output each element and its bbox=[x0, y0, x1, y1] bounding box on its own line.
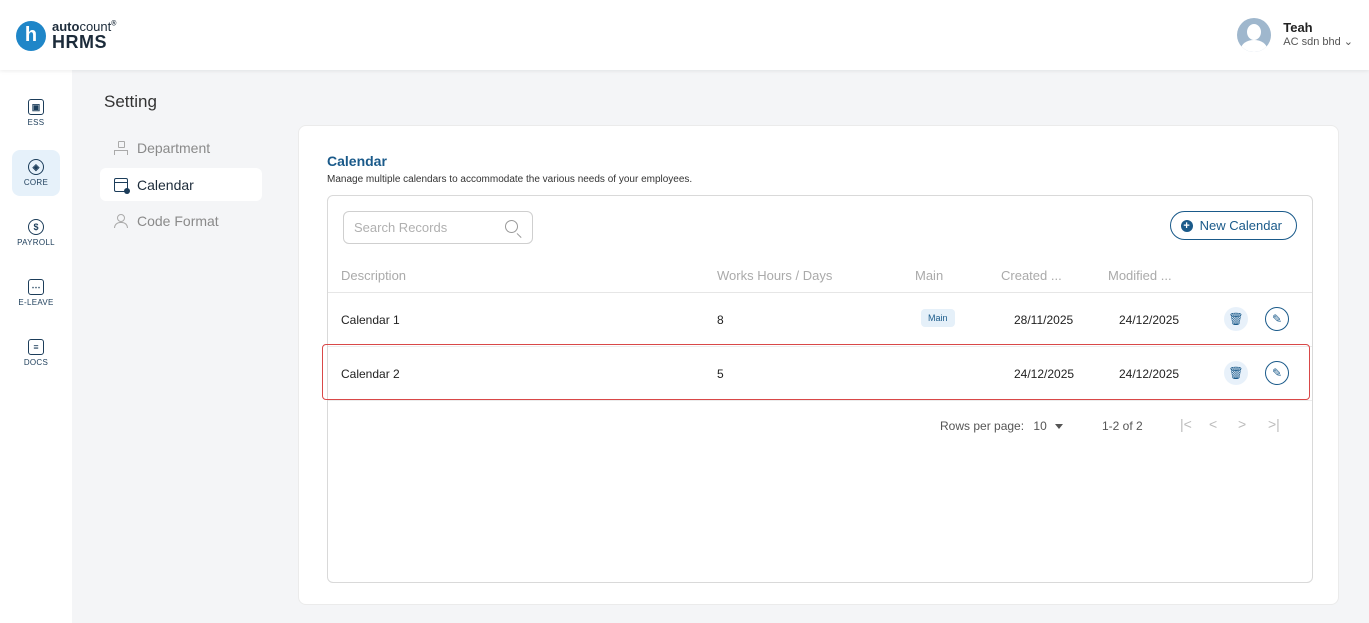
page-range: 1-2 of 2 bbox=[1102, 419, 1143, 433]
search-box[interactable] bbox=[343, 211, 533, 244]
cell-hours: 5 bbox=[717, 367, 724, 381]
chevron-down-icon[interactable]: ⌄ bbox=[1344, 36, 1353, 48]
rail-item-ess[interactable]: ▣ ESS bbox=[12, 90, 60, 136]
new-calendar-button[interactable]: + New Calendar bbox=[1169, 211, 1297, 240]
pencil-icon: ✎ bbox=[1271, 366, 1283, 380]
rail-label-core: CORE bbox=[23, 178, 49, 187]
top-header: h autocount® HRMS Teah AC sdn bhd ⌄ bbox=[0, 0, 1369, 70]
new-calendar-label: New Calendar bbox=[1199, 218, 1282, 233]
settings-nav-label: Calendar bbox=[137, 176, 194, 193]
settings-nav-calendar[interactable]: Calendar bbox=[100, 168, 262, 201]
rail-item-payroll[interactable]: $ PAYROLL bbox=[12, 210, 60, 256]
cell-modified: 24/12/2025 bbox=[1119, 313, 1180, 327]
docs-icon: ≡ bbox=[28, 339, 44, 355]
rows-per-page-select[interactable]: 10 bbox=[1033, 419, 1063, 433]
settings-nav-department[interactable]: Department bbox=[100, 131, 262, 164]
edit-button[interactable]: ✎ bbox=[1265, 307, 1289, 331]
first-page-button[interactable]: |< bbox=[1180, 416, 1192, 432]
edit-button[interactable]: ✎ bbox=[1265, 361, 1289, 385]
trash-icon: 🗑 bbox=[1228, 312, 1244, 326]
column-header-modified[interactable]: Modified ... bbox=[1108, 268, 1172, 283]
table-row[interactable]: Calendar 1 8 Main 28/11/2025 24/12/2025 … bbox=[328, 293, 1312, 347]
core-icon: ◈ bbox=[28, 159, 44, 175]
settings-nav-code-format[interactable]: Code Format bbox=[100, 204, 262, 237]
delete-button[interactable]: 🗑 bbox=[1224, 307, 1248, 331]
rail-item-eleave[interactable]: ⋯ E-LEAVE bbox=[12, 270, 60, 316]
ess-icon: ▣ bbox=[28, 99, 44, 115]
settings-nav-label: Code Format bbox=[137, 212, 219, 229]
avatar[interactable] bbox=[1237, 18, 1272, 52]
column-header-description[interactable]: Description bbox=[341, 268, 406, 283]
user-menu[interactable]: Teah AC sdn bhd ⌄ bbox=[1237, 18, 1353, 52]
calendar-card: Calendar Manage multiple calendars to ac… bbox=[298, 125, 1339, 605]
rail-item-docs[interactable]: ≡ DOCS bbox=[12, 330, 60, 376]
brand-bottom: HRMS bbox=[52, 32, 107, 52]
column-header-created[interactable]: Created ... bbox=[1001, 268, 1062, 283]
payroll-icon: $ bbox=[28, 219, 44, 235]
trash-icon: 🗑 bbox=[1228, 366, 1244, 380]
plus-circle-icon: + bbox=[1180, 219, 1193, 232]
card-subtitle: Manage multiple calendars to accommodate… bbox=[327, 174, 693, 185]
next-page-button[interactable]: > bbox=[1238, 416, 1246, 432]
module-rail: ▣ ESS ◈ CORE $ PAYROLL ⋯ E-LEAVE ≡ DOCS bbox=[0, 70, 72, 623]
rail-label-ess: ESS bbox=[27, 118, 45, 127]
column-header-main[interactable]: Main bbox=[915, 268, 943, 283]
cell-created: 28/11/2025 bbox=[1014, 313, 1074, 327]
org-chart-icon bbox=[114, 140, 128, 155]
calendar-settings-icon bbox=[114, 177, 130, 194]
column-header-hours[interactable]: Works Hours / Days bbox=[717, 268, 832, 283]
page-title: Setting bbox=[104, 92, 157, 111]
main-badge: Main bbox=[921, 309, 955, 327]
user-name: Teah bbox=[1283, 20, 1313, 36]
rows-per-page: Rows per page: 10 bbox=[940, 419, 1063, 433]
cell-description: Calendar 1 bbox=[341, 313, 400, 327]
eleave-icon: ⋯ bbox=[28, 279, 44, 295]
user-code-icon bbox=[114, 213, 128, 228]
cell-hours: 8 bbox=[717, 313, 724, 327]
calendar-table: + New Calendar Description Works Hours /… bbox=[327, 195, 1313, 583]
table-row[interactable]: Calendar 2 5 24/12/2025 24/12/2025 🗑 ✎ bbox=[328, 347, 1312, 401]
rail-label-payroll: PAYROLL bbox=[17, 238, 55, 247]
rail-label-eleave: E-LEAVE bbox=[18, 298, 54, 307]
caret-down-icon bbox=[1054, 424, 1063, 430]
pencil-icon: ✎ bbox=[1271, 312, 1283, 326]
app-logo[interactable]: h autocount® HRMS bbox=[16, 20, 116, 51]
logo-wordmark: autocount® HRMS bbox=[52, 20, 116, 51]
cell-modified: 24/12/2025 bbox=[1119, 367, 1180, 381]
rows-per-page-label: Rows per page: bbox=[940, 419, 1025, 433]
prev-page-button[interactable]: < bbox=[1209, 416, 1217, 432]
delete-button[interactable]: 🗑 bbox=[1224, 361, 1248, 385]
brand-mark: ® bbox=[111, 20, 117, 28]
user-company: AC sdn bhd ⌄ bbox=[1283, 36, 1353, 49]
last-page-button[interactable]: >| bbox=[1268, 416, 1280, 432]
search-input[interactable] bbox=[354, 220, 494, 235]
rail-item-core[interactable]: ◈ CORE bbox=[12, 150, 60, 196]
logo-mark: h bbox=[16, 20, 46, 51]
card-title: Calendar bbox=[327, 153, 387, 169]
cell-description: Calendar 2 bbox=[341, 367, 400, 381]
rail-label-docs: DOCS bbox=[23, 358, 49, 367]
search-icon[interactable] bbox=[505, 220, 518, 233]
settings-nav-label: Department bbox=[137, 139, 211, 156]
cell-created: 24/12/2025 bbox=[1014, 367, 1075, 381]
